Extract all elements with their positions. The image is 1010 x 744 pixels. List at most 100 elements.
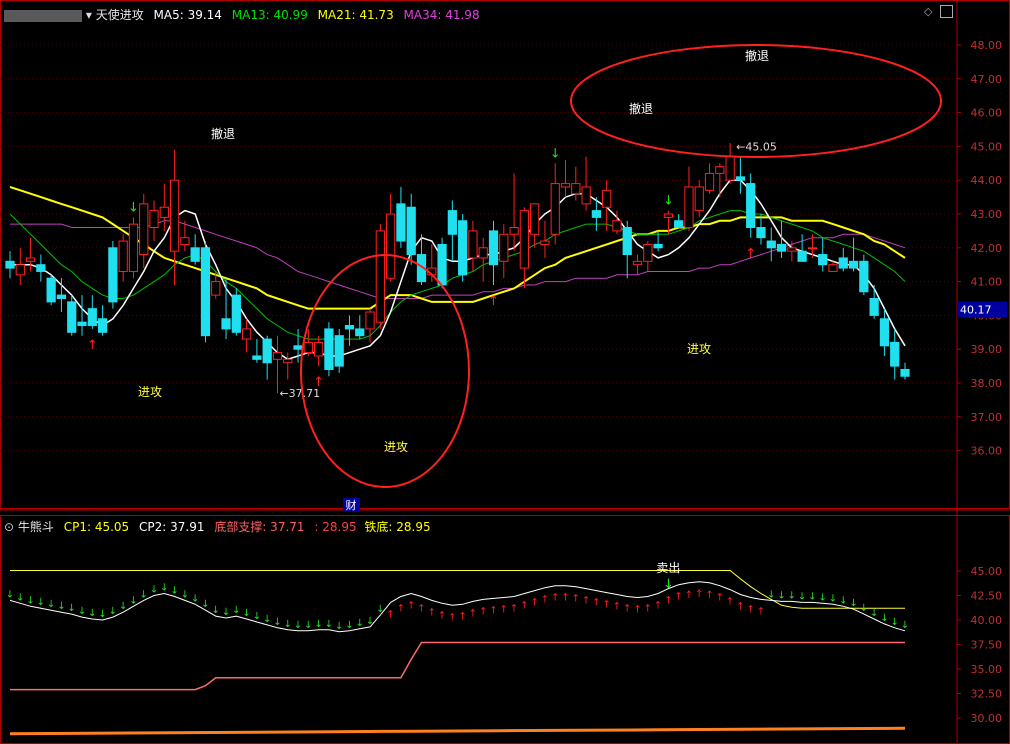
candle-body (344, 325, 355, 330)
sub-tick-label: 30.00 (971, 712, 1003, 725)
sub-up-arrow-icon: ↑ (757, 606, 765, 617)
candle-body (694, 186, 704, 212)
sub-settings-icon[interactable]: ⊙ (4, 520, 14, 534)
sub-down-arrow-icon: ↓ (232, 605, 240, 616)
main-tick-label: 47.00 (971, 73, 1003, 86)
sub-up-arrow-icon: ↑ (448, 612, 456, 623)
sub-down-arrow-icon: ↓ (16, 592, 24, 603)
sub-up-arrow-icon: ↑ (469, 608, 477, 619)
candle-body (314, 341, 324, 357)
candle-body (581, 186, 591, 205)
cp1-label: CP1: 45.05 (63, 520, 130, 534)
candle-body (725, 156, 735, 181)
candle-body (375, 230, 385, 323)
candle-body (622, 227, 632, 256)
main-tick-label: 36.00 (971, 445, 1003, 458)
candle-body (108, 247, 118, 303)
sub-up-arrow-icon: ↑ (530, 598, 538, 609)
down-arrow-icon: ↓ (128, 200, 139, 215)
sub-down-arrow-icon: ↓ (767, 589, 775, 600)
candle-body (643, 243, 653, 262)
candle-body (499, 233, 509, 262)
sub-tick-label: 32.50 (971, 688, 1003, 701)
candle-body (190, 247, 200, 262)
sub-up-arrow-icon: ↑ (664, 596, 672, 607)
stock-chart: 48.00 47.00 46.00 45.00 44.00 43.00 42.00 41.00… (0, 0, 1010, 744)
candle-body (488, 230, 499, 266)
sub-up-arrow-icon: ↑ (386, 609, 394, 620)
ma13-label: MA13: 40.99 (231, 8, 308, 22)
candle-body (180, 237, 190, 245)
candle-body (612, 220, 622, 232)
ma21-label: MA21: 41.73 (317, 8, 394, 22)
candle-body (149, 210, 159, 229)
sub-down-arrow-icon: ↓ (335, 621, 343, 632)
candle-body (571, 183, 581, 195)
main-tick-label: 39.00 (971, 343, 1003, 356)
sub-up-arrow-icon: ↑ (479, 606, 487, 617)
candle-body (715, 166, 725, 174)
sub-tick-label: 40.00 (971, 614, 1003, 627)
candle-body (118, 240, 128, 272)
candle-body (632, 260, 643, 266)
sub-down-arrow-icon: ↓ (109, 606, 117, 617)
sub-up-arrow-icon: ↑ (705, 590, 713, 601)
diamond-icon[interactable]: ◇ (924, 5, 932, 18)
blurred-stock-name (4, 9, 82, 22)
down-arrow-icon: ↓ (550, 146, 561, 161)
candle-body (283, 358, 293, 364)
sub-down-arrow-icon: ↓ (140, 589, 148, 600)
candle-body (756, 227, 766, 239)
candle-body (509, 227, 519, 235)
sub-up-arrow-icon: ↑ (541, 595, 549, 606)
candle-body (684, 186, 694, 229)
support-label: 底部支撑: 37.71 (214, 520, 305, 534)
main-header: ▾ 天使进攻 MA5: 39.14 MA13: 40.99 MA21: 41.7… (4, 6, 480, 23)
candle-body (838, 257, 848, 269)
sub-up-arrow-icon: ↑ (746, 604, 754, 615)
sub-down-arrow-icon: ↓ (777, 590, 785, 601)
sub-up-arrow-icon: ↑ (510, 603, 518, 614)
candle-body (848, 260, 859, 269)
sub-down-arrow-icon: ↓ (242, 608, 250, 619)
sub-down-arrow-icon: ↓ (170, 585, 178, 596)
sell-label: 卖出 (656, 561, 680, 575)
sub-header: ⊙ 牛熊斗 CP1: 45.05 CP2: 37.91 底部支撑: 37.71 … (4, 518, 431, 535)
sub-indicator-name: 牛熊斗 (17, 520, 54, 534)
candle-body (530, 203, 540, 235)
candle-body (221, 318, 231, 330)
candle-body (807, 247, 818, 250)
sub-down-arrow-icon: ↓ (78, 606, 86, 617)
sub-tick-label: 35.00 (971, 663, 1003, 676)
sub-down-arrow-icon: ↓ (129, 595, 137, 606)
sub-down-arrow-icon: ↓ (212, 605, 220, 616)
candle-body (828, 264, 838, 272)
sub-up-arrow-icon: ↑ (685, 590, 693, 601)
sub-tick-label: 37.50 (971, 639, 1003, 652)
sub-up-arrow-icon: ↑ (695, 589, 703, 600)
mid-value-label: : 28.95 (314, 520, 357, 534)
main-tick-label: 38.00 (971, 377, 1003, 390)
maximize-icon[interactable] (940, 5, 953, 18)
sub-down-arrow-icon: ↓ (839, 595, 847, 606)
dropdown-icon[interactable]: ▾ (86, 8, 92, 22)
candle-body (15, 264, 25, 276)
candle-body (663, 213, 674, 218)
candle-body (818, 254, 828, 266)
sub-tick-label: 42.50 (971, 590, 1003, 603)
sub-up-arrow-icon: ↑ (551, 593, 559, 604)
iron-bottom-label: 铁底: 28.95 (364, 520, 431, 534)
candle-body (46, 277, 56, 303)
sub-up-arrow-icon: ↑ (623, 603, 631, 614)
candle-body (200, 247, 211, 337)
candle-body (890, 341, 900, 367)
sub-up-arrow-icon: ↑ (489, 605, 497, 616)
sub-down-arrow-icon: ↓ (376, 604, 384, 615)
sub-down-arrow-icon: ↓ (345, 620, 353, 631)
candle-body (272, 352, 283, 360)
sub-up-arrow-icon: ↑ (458, 611, 466, 622)
sub-down-arrow-icon: ↓ (870, 608, 878, 619)
candle-body (5, 260, 15, 269)
candle-body (252, 355, 262, 360)
candle-body (128, 223, 139, 272)
